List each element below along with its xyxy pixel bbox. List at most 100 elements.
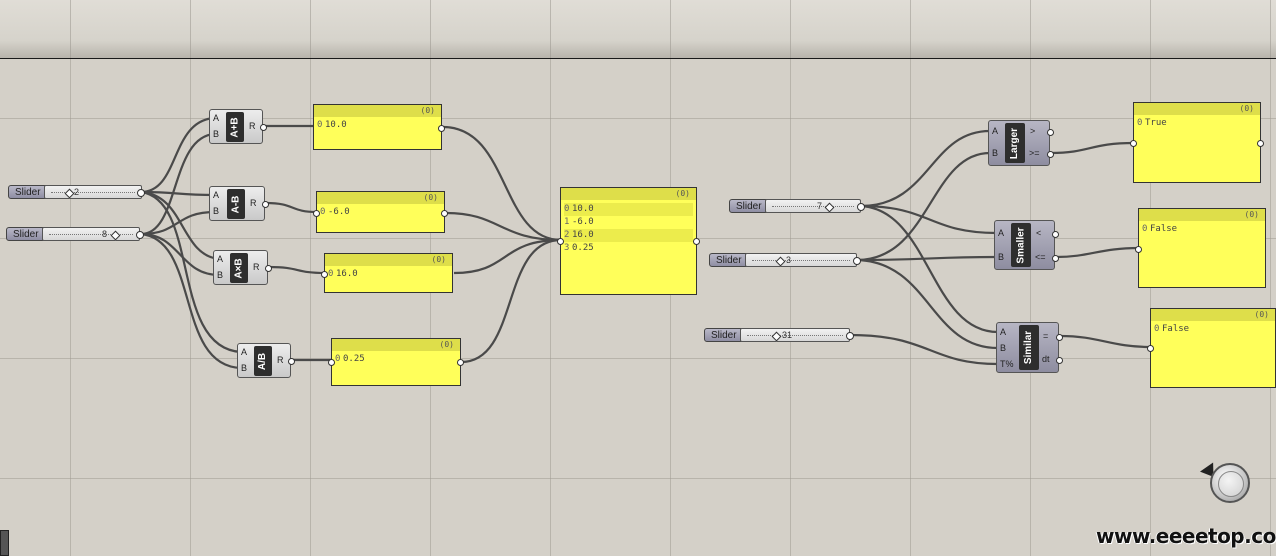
- component-nickname: A×B: [230, 253, 248, 283]
- addition-component[interactable]: A B A+B R: [209, 109, 267, 144]
- output-r-label: R: [253, 262, 260, 272]
- slider-value: 7: [817, 201, 823, 211]
- wire: [453, 238, 562, 275]
- panel-row: 1 -6.0: [564, 217, 594, 227]
- panel-row: 0 16.0: [328, 269, 358, 279]
- output-dt-label: dt: [1042, 354, 1050, 364]
- slider-knob[interactable]: [64, 188, 75, 199]
- slider-label: Slider: [6, 227, 46, 241]
- slider-3[interactable]: Slider 7: [729, 199, 861, 213]
- output-port[interactable]: [260, 124, 267, 131]
- output-less-equal-label: <=: [1035, 252, 1046, 262]
- wire: [1055, 246, 1140, 259]
- panel-larger-result[interactable]: (0) 0 True: [1130, 102, 1264, 183]
- panel-count: (0): [431, 255, 446, 264]
- panel-smaller-result[interactable]: (0) 0 False: [1135, 208, 1266, 288]
- division-component[interactable]: A B A/B R: [237, 343, 295, 378]
- panel-output-port[interactable]: [441, 210, 448, 217]
- panel-row: 0 0.25: [335, 354, 365, 364]
- panel-sub-result[interactable]: (0) 0 -6.0: [313, 191, 448, 233]
- wire: [442, 125, 562, 242]
- output-greater-equal-label: >=: [1029, 148, 1040, 158]
- slider-5[interactable]: Slider 31: [704, 328, 850, 342]
- slider-output-port[interactable]: [857, 203, 865, 211]
- slider-output-port[interactable]: [846, 332, 854, 340]
- wire: [860, 204, 999, 334]
- panel-div-result[interactable]: (0) 0 0.25: [328, 338, 464, 386]
- output-port[interactable]: [1052, 255, 1059, 262]
- subtraction-component[interactable]: A B A-B R: [209, 186, 269, 221]
- input-b-label: B: [217, 270, 224, 280]
- slider-knob[interactable]: [824, 202, 835, 213]
- panel-count: (0): [420, 106, 435, 115]
- wire: [1050, 141, 1135, 155]
- similar-component[interactable]: A B T% Similar = dt: [996, 322, 1063, 373]
- panel-row: 3 0.25: [564, 243, 594, 253]
- slider-output-port[interactable]: [136, 231, 144, 239]
- slider-rail[interactable]: 3: [745, 253, 857, 267]
- input-a-label: A: [1000, 327, 1007, 337]
- panel-input-port[interactable]: [557, 238, 564, 245]
- slider-knob[interactable]: [771, 331, 782, 342]
- component-nickname: Similar: [1019, 325, 1039, 370]
- slider-rail[interactable]: 7: [765, 199, 861, 213]
- panel-count: (0): [1239, 104, 1254, 113]
- slider-output-port[interactable]: [853, 257, 861, 265]
- output-port[interactable]: [1047, 151, 1054, 158]
- output-port[interactable]: [1047, 129, 1054, 136]
- output-equal-label: =: [1043, 331, 1049, 341]
- slider-2[interactable]: Slider 8: [6, 227, 140, 241]
- panel-output-port[interactable]: [1257, 140, 1264, 147]
- component-nickname: A+B: [226, 112, 244, 142]
- output-port[interactable]: [1056, 357, 1063, 364]
- output-port[interactable]: [288, 358, 295, 365]
- output-port[interactable]: [1052, 231, 1059, 238]
- slider-1[interactable]: Slider 2: [8, 185, 142, 199]
- panel-input-port[interactable]: [328, 359, 335, 366]
- canvas-corner-tab[interactable]: [0, 530, 9, 556]
- input-b-label: B: [213, 129, 220, 139]
- output-port[interactable]: [265, 265, 272, 272]
- smaller-component[interactable]: A B Smaller < <=: [994, 220, 1059, 270]
- grasshopper-canvas[interactable]: Slider 2 Slider 8 Slider 7 Slider 3 Slid…: [0, 0, 1276, 556]
- panel-add-result[interactable]: (0) 0 10.0: [313, 104, 445, 150]
- wire: [265, 201, 318, 214]
- slider-knob[interactable]: [110, 230, 121, 241]
- output-port[interactable]: [1056, 334, 1063, 341]
- slider-rail[interactable]: 2: [44, 185, 142, 199]
- panel-count: (0): [675, 189, 690, 198]
- output-r-label: R: [249, 121, 256, 131]
- panel-input-port[interactable]: [1130, 140, 1137, 147]
- panel-similar-result[interactable]: (0) 0 False: [1147, 308, 1276, 388]
- navigation-wheel-icon[interactable]: [1210, 463, 1250, 503]
- panel-output-port[interactable]: [457, 359, 464, 366]
- slider-rail[interactable]: 31: [740, 328, 850, 342]
- panel-input-port[interactable]: [321, 271, 328, 278]
- wire: [268, 265, 326, 275]
- watermark-text: www.eeeetop.com: [1096, 524, 1276, 548]
- panel-mul-result[interactable]: (0) 0 16.0: [321, 253, 453, 293]
- panel-merged-results[interactable]: (0) 0 10.0 1 -6.0 2 16.0 3 0.25: [557, 187, 700, 295]
- larger-component[interactable]: A B Larger > >=: [988, 120, 1054, 166]
- slider-output-port[interactable]: [137, 189, 145, 197]
- input-b-label: B: [1000, 343, 1007, 353]
- panel-input-port[interactable]: [313, 210, 320, 217]
- panel-row: 0 10.0: [317, 120, 347, 130]
- slider-knob[interactable]: [775, 256, 786, 267]
- panel-count: (0): [439, 340, 454, 349]
- wire: [460, 238, 562, 364]
- slider-value: 8: [102, 229, 108, 239]
- output-r-label: R: [250, 198, 257, 208]
- panel-count: (0): [1254, 310, 1269, 319]
- slider-4[interactable]: Slider 3: [709, 253, 857, 267]
- panel-input-port[interactable]: [1135, 246, 1142, 253]
- component-nickname: A-B: [227, 189, 245, 219]
- panel-output-port[interactable]: [438, 125, 445, 132]
- multiplication-component[interactable]: A B A×B R: [213, 250, 272, 285]
- panel-output-port[interactable]: [693, 238, 700, 245]
- slider-rail[interactable]: 8: [42, 227, 140, 241]
- panel-input-port[interactable]: [1147, 345, 1154, 352]
- input-b-label: B: [213, 206, 220, 216]
- output-port[interactable]: [262, 201, 269, 208]
- wire: [849, 333, 999, 366]
